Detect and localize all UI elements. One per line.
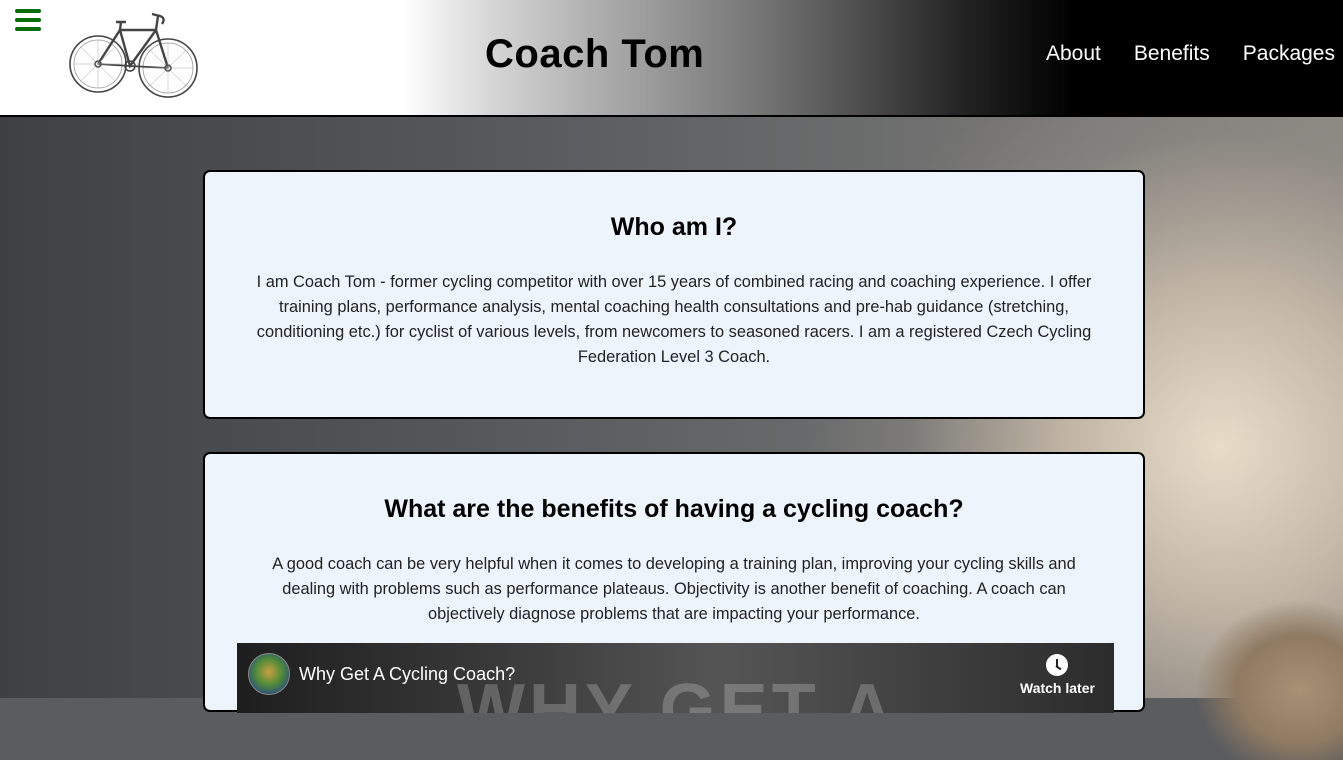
hamburger-menu-icon[interactable]: [15, 9, 41, 31]
video-embed[interactable]: WHY GET A Why Get A Cycling Coach? Watch…: [237, 643, 1114, 713]
background-hill: [1140, 560, 1343, 760]
about-card: Who am I? I am Coach Tom - former cyclin…: [203, 170, 1145, 419]
clock-icon: [1046, 654, 1068, 676]
site-title: Coach Tom: [485, 32, 705, 76]
main-nav: About Benefits Packages: [1046, 42, 1335, 66]
benefits-heading: What are the benefits of having a cyclin…: [384, 495, 964, 523]
watch-later-button[interactable]: Watch later: [1020, 654, 1095, 696]
benefits-card: What are the benefits of having a cyclin…: [203, 452, 1145, 713]
benefits-text: A good coach can be very helpful when it…: [272, 555, 1076, 623]
nav-benefits[interactable]: Benefits: [1134, 42, 1210, 66]
nav-about[interactable]: About: [1046, 42, 1101, 66]
nav-packages[interactable]: Packages: [1243, 42, 1335, 66]
video-thumbnail-text: WHY GET A: [457, 670, 898, 713]
site-header: Coach Tom About Benefits Packages: [0, 0, 1343, 117]
channel-avatar[interactable]: [248, 653, 290, 695]
video-title[interactable]: Why Get A Cycling Coach?: [299, 664, 515, 685]
bicycle-logo[interactable]: [68, 6, 200, 100]
about-heading: Who am I?: [610, 213, 738, 241]
about-text: I am Coach Tom - former cycling competit…: [256, 273, 1092, 366]
watch-later-label: Watch later: [1020, 680, 1095, 696]
